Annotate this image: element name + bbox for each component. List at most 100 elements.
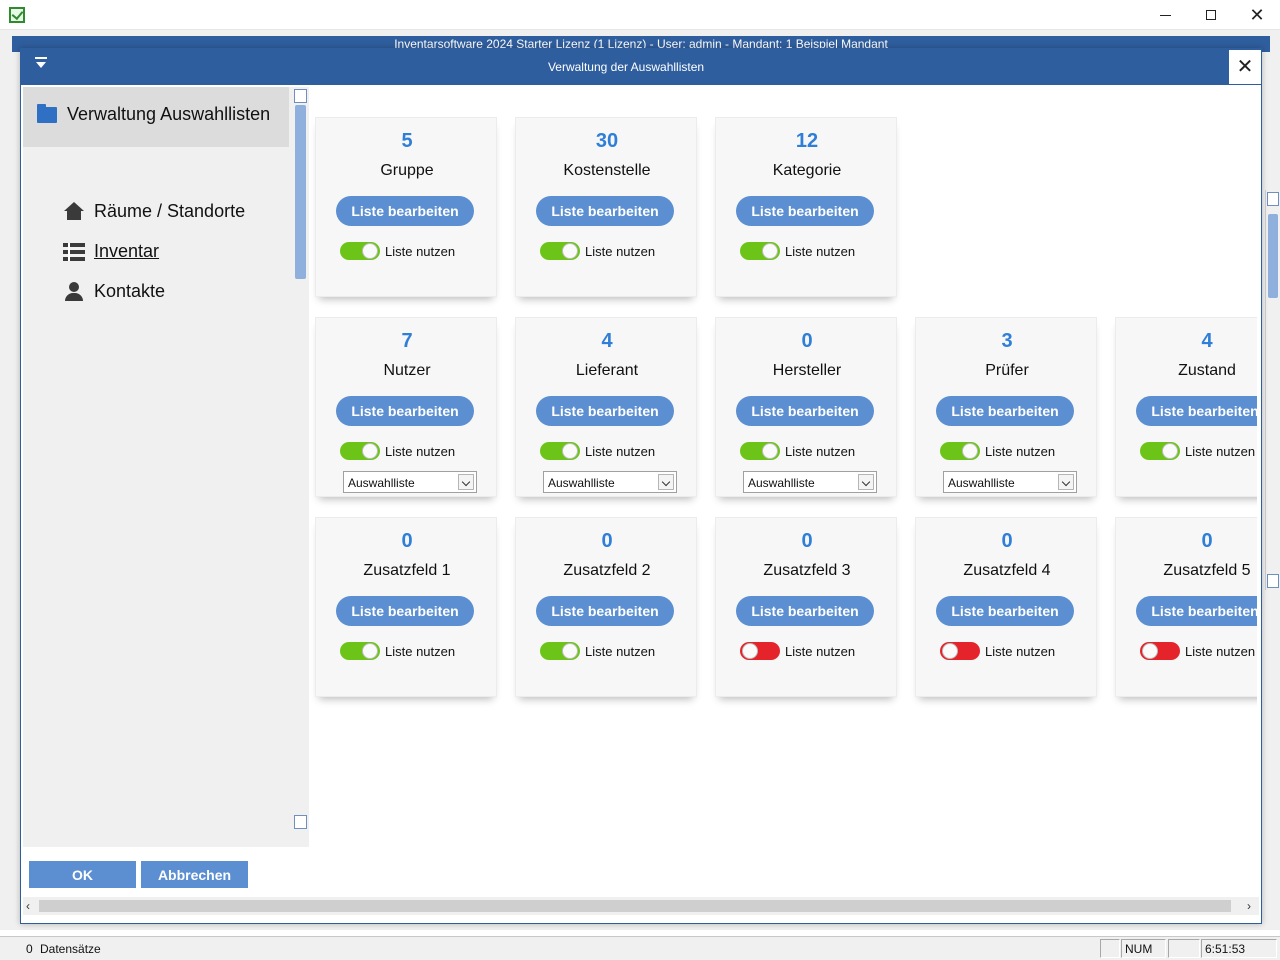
use-list-toggle[interactable] bbox=[940, 642, 980, 660]
card-kategorie: 12 Kategorie Liste bearbeiten Liste nutz… bbox=[715, 117, 897, 297]
card-count: 7 bbox=[401, 330, 413, 352]
edit-list-button[interactable]: Liste bearbeiten bbox=[936, 596, 1074, 626]
card-zusatzfeld-5: 0 Zusatzfeld 5 Liste bearbeiten Liste nu… bbox=[1115, 517, 1257, 697]
edit-list-button[interactable]: Liste bearbeiten bbox=[736, 396, 874, 426]
minimize-button[interactable] bbox=[1142, 0, 1188, 30]
card-name: Kategorie bbox=[772, 162, 842, 179]
window-close-button[interactable]: ✕ bbox=[1234, 0, 1280, 30]
use-list-label: Liste nutzen bbox=[585, 244, 656, 259]
use-list-label: Liste nutzen bbox=[985, 644, 1056, 659]
app-checkbox-icon bbox=[9, 7, 25, 23]
toggle-knob bbox=[942, 643, 958, 659]
scroll-up-icon[interactable] bbox=[294, 89, 307, 103]
card-count: 0 bbox=[601, 530, 613, 552]
use-list-toggle[interactable] bbox=[1140, 442, 1180, 460]
card-count: 4 bbox=[601, 330, 613, 352]
use-list-label: Liste nutzen bbox=[585, 444, 656, 459]
card-name: Kostenstelle bbox=[563, 162, 651, 179]
use-list-toggle[interactable] bbox=[540, 442, 580, 460]
list-type-select[interactable]: Auswahlliste bbox=[743, 471, 877, 493]
use-list-label: Liste nutzen bbox=[985, 444, 1056, 459]
use-list-toggle[interactable] bbox=[340, 642, 380, 660]
sidebar-item-inventory[interactable]: Inventar bbox=[63, 241, 159, 262]
maximize-button[interactable] bbox=[1188, 0, 1234, 30]
sidebar-item-contacts[interactable]: Kontakte bbox=[63, 281, 165, 302]
scroll-up-icon[interactable] bbox=[1267, 192, 1279, 206]
card-name: Nutzer bbox=[383, 362, 431, 379]
edit-list-button[interactable]: Liste bearbeiten bbox=[536, 596, 674, 626]
edit-list-button[interactable]: Liste bearbeiten bbox=[336, 396, 474, 426]
edit-list-button[interactable]: Liste bearbeiten bbox=[1136, 396, 1257, 426]
use-list-toggle[interactable] bbox=[340, 442, 380, 460]
sidebar-header-label: Verwaltung Auswahllisten bbox=[67, 104, 271, 124]
scroll-right-icon[interactable]: › bbox=[1247, 897, 1251, 915]
select-value: Auswahlliste bbox=[948, 476, 1015, 490]
edit-list-button[interactable]: Liste bearbeiten bbox=[1136, 596, 1257, 626]
card-name: Zusatzfeld 4 bbox=[963, 562, 1051, 579]
use-list-toggle[interactable] bbox=[540, 642, 580, 660]
ok-button[interactable]: OK bbox=[29, 861, 136, 888]
use-list-toggle[interactable] bbox=[740, 442, 780, 460]
use-list-toggle[interactable] bbox=[540, 242, 580, 260]
chevron-down-icon[interactable] bbox=[658, 474, 674, 490]
horizontal-scrollbar[interactable]: ‹ › bbox=[23, 897, 1259, 915]
use-list-toggle[interactable] bbox=[740, 642, 780, 660]
toggle-knob bbox=[762, 243, 778, 259]
num-lock-indicator: NUM bbox=[1121, 939, 1166, 958]
use-list-toggle[interactable] bbox=[940, 442, 980, 460]
scroll-thumb[interactable] bbox=[295, 105, 306, 279]
scroll-thumb[interactable] bbox=[1268, 214, 1278, 298]
card-name: Zusatzfeld 1 bbox=[363, 562, 451, 579]
edit-list-button[interactable]: Liste bearbeiten bbox=[536, 396, 674, 426]
edit-list-button[interactable]: Liste bearbeiten bbox=[736, 596, 874, 626]
list-type-select[interactable]: Auswahlliste bbox=[343, 471, 477, 493]
use-list-toggle[interactable] bbox=[340, 242, 380, 260]
card-kostenstelle: 30 Kostenstelle Liste bearbeiten Liste n… bbox=[515, 117, 697, 297]
status-cell bbox=[1168, 939, 1200, 958]
cards-area: 5 Gruppe Liste bearbeiten Liste nutzen 3… bbox=[309, 87, 1257, 899]
close-icon: ✕ bbox=[1236, 56, 1254, 78]
select-value: Auswahlliste bbox=[548, 476, 615, 490]
use-list-toggle[interactable] bbox=[1140, 642, 1180, 660]
cancel-button[interactable]: Abbrechen bbox=[141, 861, 248, 888]
list-type-select[interactable]: Auswahlliste bbox=[943, 471, 1077, 493]
edit-list-button[interactable]: Liste bearbeiten bbox=[936, 396, 1074, 426]
edit-list-button[interactable]: Liste bearbeiten bbox=[736, 196, 874, 226]
use-list-label: Liste nutzen bbox=[785, 244, 856, 259]
card-name: Zusatzfeld 2 bbox=[563, 562, 651, 579]
dialog-close-button[interactable]: ✕ bbox=[1229, 50, 1261, 84]
toggle-knob bbox=[362, 643, 378, 659]
list-type-select[interactable]: Auswahlliste bbox=[543, 471, 677, 493]
card-gruppe: 5 Gruppe Liste bearbeiten Liste nutzen bbox=[315, 117, 497, 297]
chevron-down-icon[interactable] bbox=[1058, 474, 1074, 490]
scroll-down-icon[interactable] bbox=[1267, 574, 1279, 588]
card-name: Zusatzfeld 3 bbox=[763, 562, 851, 579]
scroll-left-icon[interactable]: ‹ bbox=[26, 897, 30, 915]
chevron-down-icon[interactable] bbox=[858, 474, 874, 490]
folder-icon bbox=[37, 104, 57, 123]
sidebar-item-label: Räume / Standorte bbox=[94, 201, 246, 221]
scroll-thumb[interactable] bbox=[39, 900, 1231, 912]
use-list-toggle[interactable] bbox=[740, 242, 780, 260]
edit-list-button[interactable]: Liste bearbeiten bbox=[336, 196, 474, 226]
app-vertical-scrollbar[interactable] bbox=[1265, 190, 1279, 590]
scroll-down-icon[interactable] bbox=[294, 815, 307, 829]
record-count: 0 bbox=[26, 942, 33, 956]
card-zusatzfeld-3: 0 Zusatzfeld 3 Liste bearbeiten Liste nu… bbox=[715, 517, 897, 697]
use-list-label: Liste nutzen bbox=[385, 644, 456, 659]
status-cell bbox=[1100, 939, 1120, 958]
toggle-knob bbox=[962, 443, 978, 459]
user-icon bbox=[63, 281, 85, 302]
sidebar-item-rooms[interactable]: Räume / Standorte bbox=[63, 201, 245, 222]
use-list-label: Liste nutzen bbox=[785, 444, 856, 459]
edit-list-button[interactable]: Liste bearbeiten bbox=[336, 596, 474, 626]
edit-list-button[interactable]: Liste bearbeiten bbox=[536, 196, 674, 226]
card-count: 0 bbox=[801, 530, 813, 552]
chevron-down-icon[interactable] bbox=[458, 474, 474, 490]
sidebar-scrollbar[interactable] bbox=[293, 87, 309, 847]
card-count: 3 bbox=[1001, 330, 1013, 352]
card-count: 0 bbox=[801, 330, 813, 352]
card-name: Hersteller bbox=[772, 362, 842, 379]
card-count: 5 bbox=[401, 130, 413, 152]
card-name: Gruppe bbox=[380, 162, 434, 179]
